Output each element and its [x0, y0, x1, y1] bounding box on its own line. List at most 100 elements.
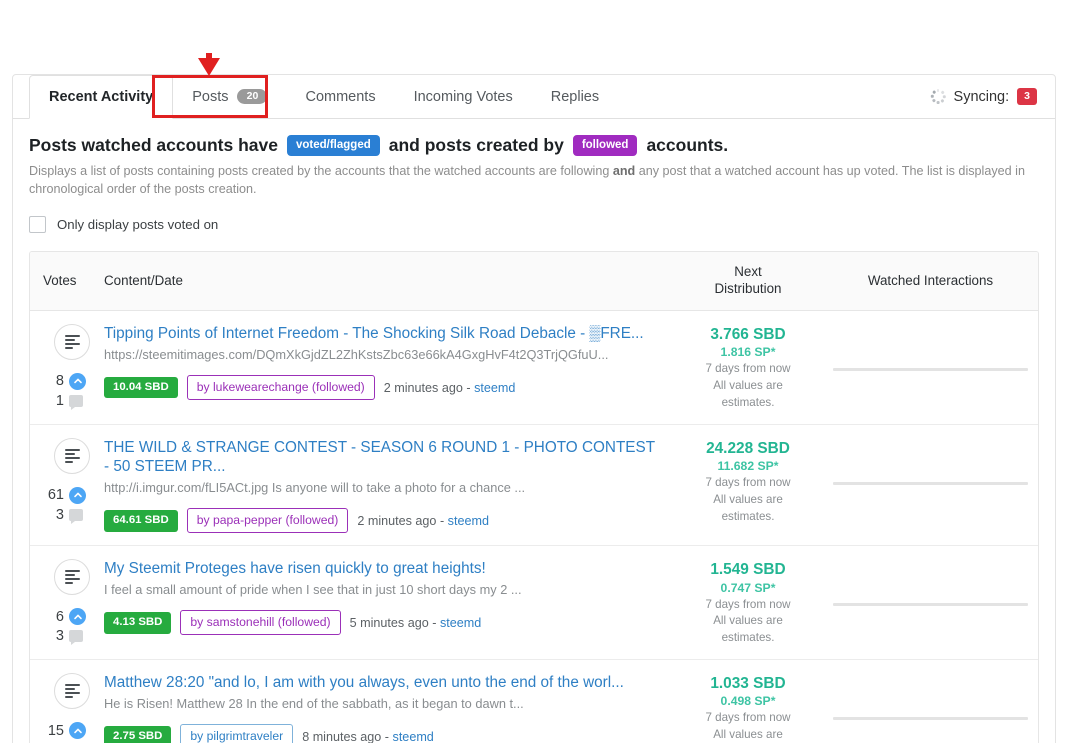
post-excerpt: He is Risen! Matthew 28 In the end of th…: [104, 695, 524, 711]
watched-interactions-bar: [833, 367, 1028, 371]
distribution-note-1: All values are: [713, 728, 783, 742]
tab-label: Posts: [192, 88, 229, 105]
post-source-link[interactable]: steemd: [440, 616, 481, 630]
post-meta-row: 10.04 SBD by lukewearechange (followed) 2 …: [104, 375, 663, 400]
header-area: Posts watched accounts have voted/flagge…: [13, 119, 1055, 233]
post-time-text: 2 minutes ago: [383, 380, 463, 395]
distribution-note-2: estimates.: [721, 395, 775, 409]
document-lines-icon[interactable]: [54, 323, 90, 360]
distribution-sbd: 24.228 SBD: [706, 439, 790, 457]
column-header-next-distribution: Next Distribution: [673, 264, 823, 298]
upvote-arrow-icon[interactable]: [69, 486, 86, 504]
column-header-watched-interactions: Watched Interactions: [867, 273, 994, 289]
tab-posts[interactable]: Posts 20: [173, 75, 286, 118]
column-header-distribution: Distribution: [714, 280, 782, 296]
post-source-link[interactable]: steemd: [474, 381, 515, 395]
comment-row: 3: [47, 628, 83, 646]
table-body: 8 1 Tipping Points of Internet Freedom - T…: [30, 310, 1038, 743]
votes-cell: 156: [30, 673, 104, 743]
document-lines-icon[interactable]: [54, 559, 90, 596]
post-time: 2 minutes ago - steemd: [383, 380, 516, 395]
post-payout-badge[interactable]: 64.61 SBD: [104, 510, 178, 532]
post-author-badge[interactable]: by pilgrimtraveler: [180, 724, 294, 743]
post-time: 5 minutes ago - steemd: [349, 615, 482, 630]
post-author-badge[interactable]: by samstonehill (followed): [180, 610, 341, 636]
tab-replies[interactable]: Replies: [532, 75, 618, 118]
distribution-sp: 1.816 SP*: [720, 345, 776, 360]
tab-label: Replies: [550, 88, 600, 105]
title-part-2: and posts created by: [388, 135, 564, 156]
description-bold: and: [612, 164, 636, 179]
post-excerpt: https://steemitimages.com/DQmXkGjdZL2ZhK…: [104, 346, 609, 362]
post-source-link[interactable]: steemd: [448, 514, 489, 528]
only-voted-checkbox[interactable]: [29, 215, 46, 233]
tab-comments[interactable]: Comments: [286, 75, 394, 118]
votes-cell: 81: [30, 323, 104, 410]
upvote-row: 61: [47, 486, 86, 504]
watched-interactions-cell: [823, 324, 1038, 371]
post-payout-badge[interactable]: 2.75 SBD: [104, 725, 172, 743]
content-cell: Tipping Points of Internet Freedom - The…: [104, 324, 673, 400]
sync-status: Syncing: 3: [930, 75, 1055, 118]
content-cell: My Steemit Proteges have risen quickly t…: [104, 559, 673, 636]
table-row: 156Matthew 28:20 "and lo, I am with you …: [30, 660, 1038, 743]
post-title-link[interactable]: THE WILD & STRANGE CONTEST - SEASON 6 RO…: [104, 438, 663, 477]
next-distribution-cell: 1.549 SBD 0.747 SP* 7 days from now All val…: [673, 559, 823, 647]
page-description: Displays a list of posts containing post…: [29, 163, 1034, 199]
watched-interactions-cell: [823, 438, 1038, 485]
post-excerpt: http://i.imgur.com/fLI5ACt.jpg Is anyone…: [104, 479, 526, 495]
post-title-link[interactable]: Matthew 28:20 "and lo, I am with you alw…: [104, 673, 663, 693]
upvote-count: 6: [55, 608, 64, 625]
upvote-arrow-icon[interactable]: [69, 722, 86, 739]
document-lines-icon[interactable]: [54, 673, 90, 709]
post-meta-row: 64.61 SBD by papa-pepper (followed) 2 minu…: [104, 508, 663, 534]
page-title: Posts watched accounts have voted/flagge…: [29, 135, 1037, 157]
distribution-sp: 0.747 SP*: [720, 580, 776, 595]
watched-interactions-bar: [833, 481, 1028, 485]
comment-count: 3: [55, 506, 64, 523]
post-author-badge[interactable]: by lukewearechange (followed): [186, 375, 375, 400]
document-lines-icon[interactable]: [54, 437, 90, 474]
post-source-link[interactable]: steemd: [393, 730, 434, 743]
post-time-text: 8 minutes ago: [302, 729, 382, 743]
post-payout-badge[interactable]: 10.04 SBD: [104, 376, 178, 399]
post-title-link[interactable]: Tipping Points of Internet Freedom - The…: [104, 324, 663, 344]
watched-interactions-cell: [823, 559, 1038, 607]
pill-followed: followed: [572, 135, 638, 157]
content-cell: THE WILD & STRANGE CONTEST - SEASON 6 RO…: [104, 438, 673, 534]
tab-label: Incoming Votes: [413, 88, 513, 105]
distribution-sbd: 1.033 SBD: [710, 675, 786, 692]
only-voted-filter-row: Only display posts voted on: [29, 215, 1037, 233]
post-author-badge[interactable]: by papa-pepper (followed): [186, 508, 349, 534]
watched-interactions-bar: [833, 603, 1028, 607]
spinner-icon: [930, 89, 946, 104]
pill-voted-flagged: voted/flagged: [286, 135, 380, 157]
votes-cell: 63: [30, 559, 104, 646]
next-distribution-cell: 3.766 SBD 1.816 SP* 7 days from now All val…: [673, 324, 823, 412]
table-row: 6 3 My Steemit Proteges have risen quickly…: [30, 546, 1038, 660]
sync-count-badge: 3: [1017, 88, 1037, 105]
post-meta-row: 2.75 SBD by pilgrimtraveler 8 minutes ago …: [104, 724, 663, 743]
tab-label: Comments: [305, 88, 376, 105]
distribution-note-2: estimates.: [721, 509, 775, 523]
content-cell: Matthew 28:20 "and lo, I am with you alw…: [104, 673, 673, 743]
title-part-1: Posts watched accounts have: [29, 135, 278, 156]
upvote-arrow-icon[interactable]: [69, 372, 86, 390]
upvote-arrow-icon[interactable]: [69, 608, 86, 626]
comment-bubble-icon: [69, 630, 83, 646]
annotation-arrow-icon: [198, 58, 220, 76]
post-time: 2 minutes ago - steemd: [357, 513, 489, 528]
watched-interactions-cell: [823, 673, 1038, 720]
upvote-row: 6: [47, 608, 86, 626]
post-title-link[interactable]: My Steemit Proteges have risen quickly t…: [104, 559, 663, 579]
activity-panel: Recent Activity Posts 20 Comments Incomi…: [12, 74, 1056, 743]
tab-recent-activity[interactable]: Recent Activity: [29, 75, 174, 119]
post-payout-badge[interactable]: 4.13 SBD: [104, 612, 172, 634]
comment-bubble-icon: [69, 508, 83, 524]
distribution-days: 7 days from now: [705, 476, 791, 490]
upvote-row: 15: [47, 722, 86, 739]
tab-incoming-votes[interactable]: Incoming Votes: [395, 75, 532, 118]
distribution-sp: 11.682 SP*: [717, 458, 779, 473]
upvote-count: 8: [55, 373, 64, 390]
distribution-days: 7 days from now: [705, 711, 791, 725]
